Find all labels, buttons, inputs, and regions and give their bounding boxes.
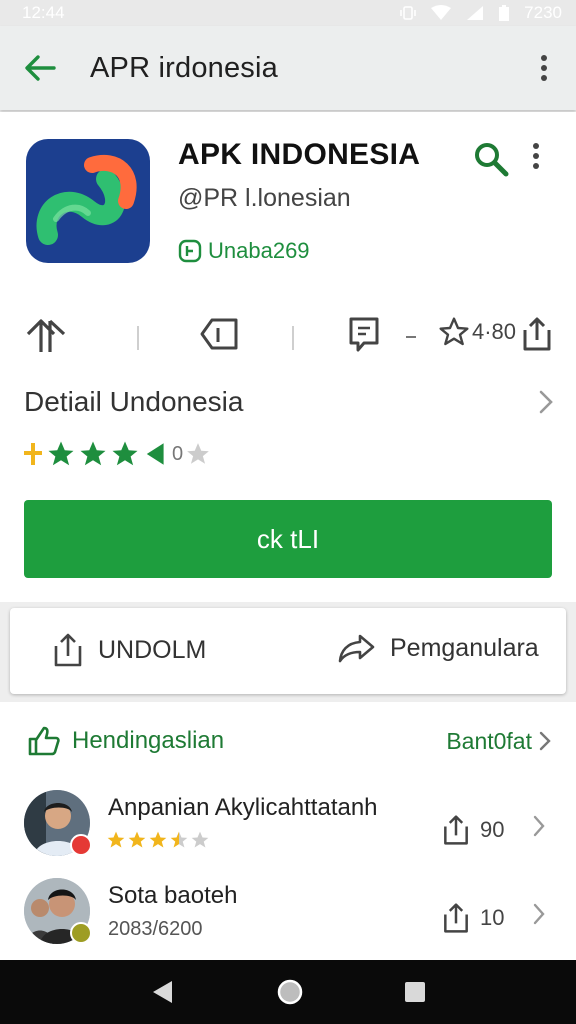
chevron-right-icon <box>539 390 553 414</box>
review-item[interactable]: Sota baoteh 2083/6200 10 <box>24 878 552 950</box>
stat-rating[interactable]: 4·80 <box>438 316 516 348</box>
stat-share[interactable] <box>522 316 552 352</box>
stat-rating-value: 4·80 <box>472 319 517 344</box>
reviews-more-link[interactable]: Bant0fat <box>446 728 552 755</box>
rating-count: 0 <box>172 442 184 465</box>
wifi-icon <box>430 5 452 21</box>
reviews-title-text: Hendingaslian <box>72 727 225 754</box>
detail-title: Detiail Undonesia <box>24 386 244 417</box>
stats-row: 4·80 <box>0 308 576 368</box>
star-half-icon <box>24 443 42 465</box>
vibrate-icon <box>400 5 416 21</box>
badge-icon <box>178 239 202 263</box>
app-bar-title: APR irdonesia <box>90 51 278 84</box>
stat-dash <box>406 336 416 338</box>
system-nav-bar <box>0 960 576 1024</box>
reviews-card: Hendingaslian Bant0fat Anpanian Akylicah… <box>0 702 576 962</box>
reviews-title: Hendingaslian <box>28 726 224 756</box>
avatar-badge-icon <box>70 922 92 944</box>
stat-divider <box>292 326 294 350</box>
share-icon <box>54 633 82 667</box>
share-icon <box>523 317 551 351</box>
status-time: 12:44 <box>22 3 65 22</box>
swirl-logo-icon <box>36 155 137 245</box>
stat-upvote[interactable] <box>26 316 66 356</box>
search-icon <box>475 143 509 177</box>
star-filled-icon <box>48 441 74 466</box>
app-header-panel: APK INDONESIA @PR l.lonesian Unaba269 4·… <box>0 112 576 602</box>
star-filled-icon <box>107 831 125 848</box>
battery-icon <box>498 4 510 22</box>
forward-action-label: Pemganulara <box>390 633 539 662</box>
star-filled-icon <box>80 441 106 466</box>
action-card: UNDOLM Pemganulara <box>10 608 566 694</box>
star-empty-icon <box>191 831 209 848</box>
search-button[interactable] <box>472 140 510 183</box>
review-like-count[interactable]: 10 <box>442 902 504 934</box>
review-count-value: 10 <box>480 905 505 930</box>
star-filled-icon <box>112 441 138 466</box>
app-more-button[interactable] <box>532 142 540 175</box>
stat-comment[interactable] <box>348 316 380 354</box>
rating-stars: 0 <box>22 439 211 469</box>
status-bar: 12:44 7230 <box>0 0 576 26</box>
detail-row[interactable]: Detiail Undonesia <box>24 380 554 424</box>
star-half-icon <box>170 831 188 848</box>
stat-divider <box>137 326 139 350</box>
review-stars <box>106 830 210 850</box>
badge-text: Unaba269 <box>208 238 310 263</box>
review-date: 2083/6200 <box>108 918 203 940</box>
share-icon <box>444 815 468 845</box>
share-icon <box>444 903 468 933</box>
star-empty-icon <box>187 443 209 464</box>
reviews-header: Hendingaslian Bant0fat <box>28 726 552 756</box>
more-vertical-icon <box>533 143 539 169</box>
share-action-label: UNDOLM <box>98 635 207 664</box>
reviews-more-text: Bant0fat <box>446 727 532 754</box>
nav-recents-icon[interactable] <box>404 981 426 1003</box>
nav-home-icon[interactable] <box>276 978 304 1006</box>
arrow-left-icon <box>25 55 56 81</box>
overflow-menu-button[interactable] <box>524 54 564 82</box>
star-partial-icon <box>146 443 164 465</box>
signal-icon <box>466 5 484 21</box>
star-outline-icon <box>439 317 469 346</box>
comment-icon <box>349 317 379 352</box>
more-vertical-icon <box>541 55 547 81</box>
share-action[interactable]: UNDOLM <box>52 632 206 668</box>
up-arrows-icon <box>26 319 66 352</box>
forward-action[interactable]: Pemganulara <box>338 632 539 664</box>
chevron-right-icon <box>539 731 551 751</box>
review-count-value: 90 <box>480 817 505 842</box>
review-author: Anpanian Akylicahttatanh <box>108 794 378 821</box>
app-icon[interactable] <box>26 139 150 263</box>
tag-icon <box>200 318 238 350</box>
thumbs-up-icon <box>28 726 60 756</box>
app-name: APK INDONESIA <box>178 138 421 171</box>
nav-back-icon[interactable] <box>150 979 176 1005</box>
forward-arrow-icon <box>338 634 375 663</box>
editors-badge: Unaba269 <box>178 238 310 264</box>
status-battery-text: 7230 <box>524 3 562 22</box>
install-button[interactable]: ck tLI <box>24 500 552 578</box>
review-item[interactable]: Anpanian Akylicahttatanh 90 <box>24 790 552 862</box>
review-author: Sota baoteh <box>108 882 238 909</box>
app-bar: APR irdonesia <box>0 26 576 110</box>
chevron-right-icon[interactable] <box>532 814 546 838</box>
back-button[interactable] <box>0 54 80 82</box>
stat-tag[interactable] <box>198 316 240 352</box>
star-filled-icon <box>128 831 146 848</box>
avatar-badge-icon <box>70 834 92 856</box>
developer-name[interactable]: @PR l.lonesian <box>178 184 351 213</box>
chevron-right-icon[interactable] <box>532 902 546 926</box>
review-like-count[interactable]: 90 <box>442 814 504 846</box>
star-filled-icon <box>149 831 167 848</box>
